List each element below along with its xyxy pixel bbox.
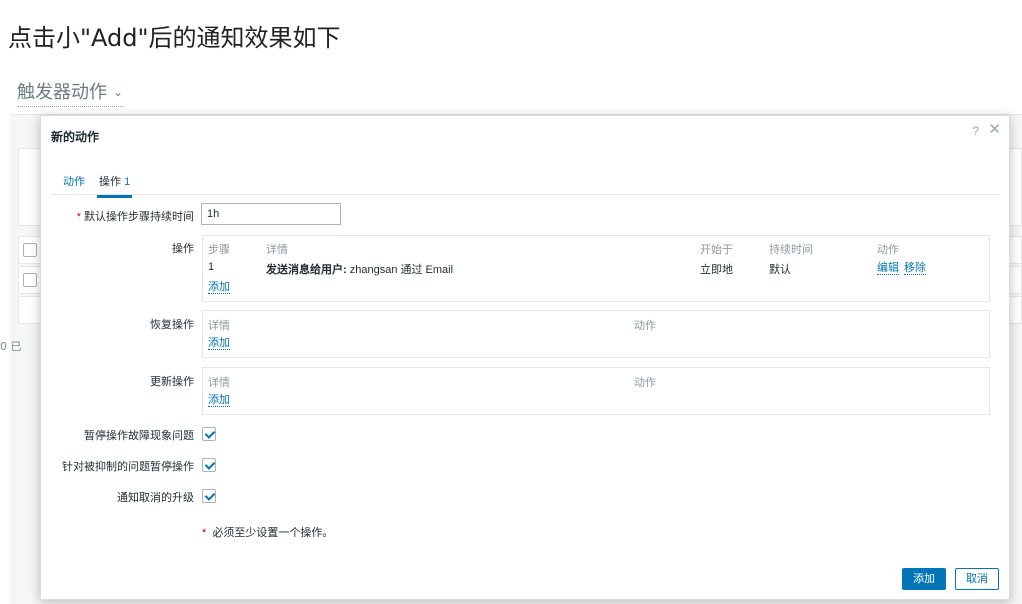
background-checkbox[interactable] (23, 273, 37, 287)
required-note-text: 必须至少设置一个操作。 (209, 527, 334, 539)
tab-operations-count: 1 (124, 176, 131, 188)
tab-operations-label: 操作 (99, 176, 121, 188)
help-icon[interactable]: ? (972, 124, 979, 138)
update-label: 更新操作 (150, 376, 194, 388)
op-start: 立即地 (700, 264, 733, 276)
op-edit-link[interactable]: 编辑 (877, 262, 899, 275)
col-steps: 步骤 (208, 244, 230, 256)
col-details: 详情 (266, 244, 288, 256)
op-step: 1 (208, 261, 215, 273)
recovery-label: 恢复操作 (150, 319, 194, 331)
pause-symptom-checkbox[interactable] (202, 427, 216, 441)
pause-symptom-label: 暂停操作故障现象问题 (84, 430, 194, 442)
update-add-link[interactable]: 添加 (208, 394, 230, 407)
required-note: * 必须至少设置一个操作。 (202, 524, 333, 540)
pause-suppressed-label: 针对被抑制的问题暂停操作 (62, 461, 194, 473)
recovery-table: 详情 动作 添加 (202, 310, 990, 358)
tab-operations[interactable]: 操作 1 (97, 173, 133, 198)
required-mark: * (76, 211, 81, 223)
article-title: 点击小"Add"后的通知效果如下 (8, 24, 341, 52)
op-add-link[interactable]: 添加 (208, 281, 230, 294)
op-remove-link[interactable]: 移除 (904, 262, 926, 275)
tab-action-label: 动作 (63, 176, 85, 188)
required-mark: * (202, 527, 207, 539)
col-start: 开始于 (700, 244, 733, 256)
op-duration: 默认 (769, 264, 791, 276)
tab-action[interactable]: 动作 (61, 173, 87, 195)
notify-cancel-checkbox[interactable] (202, 489, 216, 503)
operations-table: 步骤 详情 开始于 持续时间 动作 1 发送消息给用户: zhangsan 通过… (202, 235, 990, 302)
col-duration: 持续时间 (769, 244, 813, 256)
duration-label: * 默认操作步骤持续时间 (14, 208, 194, 224)
section-dropdown[interactable]: 触发器动作 ⌄ (17, 78, 124, 107)
background-footer-text: 0 已 (0, 340, 22, 353)
operations-label: 操作 (172, 243, 194, 255)
new-action-dialog: 新的动作 ? ✕ 动作 操作 1 * 默认操作步骤持续时间 1h 操作 步骤 详情… (40, 115, 1010, 600)
duration-input[interactable]: 1h (201, 203, 341, 225)
section-dropdown-label: 触发器动作 (17, 82, 107, 103)
op-detail-rest: zhangsan 通过 Email (346, 264, 454, 276)
duration-label-text: 默认操作步骤持续时间 (84, 211, 194, 223)
update-col-action: 动作 (634, 377, 656, 389)
pause-suppressed-checkbox[interactable] (202, 458, 216, 472)
notify-cancel-label: 通知取消的升级 (117, 492, 194, 504)
update-col-details: 详情 (208, 377, 230, 389)
op-detail-bold: 发送消息给用户: (266, 264, 347, 276)
recovery-add-link[interactable]: 添加 (208, 337, 230, 350)
dialog-tabs: 动作 操作 1 (51, 171, 999, 198)
op-detail: 发送消息给用户: zhangsan 通过 Email (266, 261, 453, 277)
close-icon[interactable]: ✕ (988, 120, 1001, 138)
recovery-col-action: 动作 (634, 320, 656, 332)
recovery-col-details: 详情 (208, 320, 230, 332)
col-action: 动作 (877, 244, 899, 256)
dialog-title: 新的动作 (51, 130, 100, 144)
add-button[interactable]: 添加 (902, 568, 946, 590)
chevron-down-icon: ⌄ (113, 85, 124, 99)
update-table: 详情 动作 添加 (202, 367, 990, 415)
cancel-button[interactable]: 取消 (955, 568, 999, 590)
